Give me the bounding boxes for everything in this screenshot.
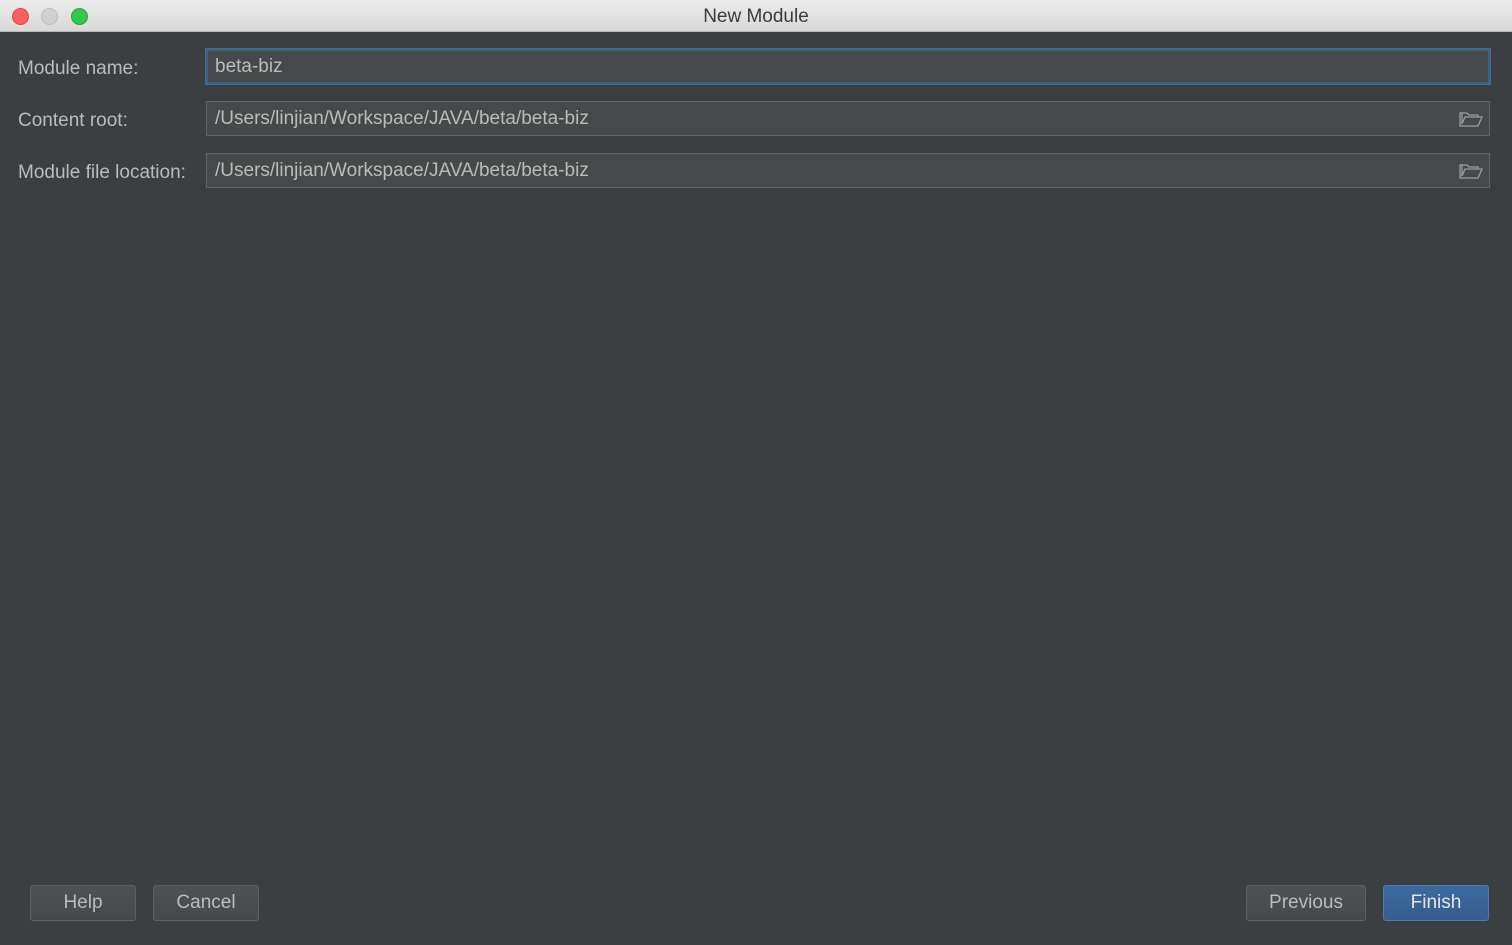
module-name-value: beta-biz bbox=[215, 56, 283, 77]
previous-button[interactable]: Previous bbox=[1246, 885, 1366, 921]
module-file-location-value: /Users/linjian/Workspace/JAVA/beta/beta-… bbox=[215, 160, 589, 181]
module-name-label: Module name: bbox=[18, 58, 139, 79]
content-root-input[interactable]: /Users/linjian/Workspace/JAVA/beta/beta-… bbox=[206, 101, 1490, 136]
module-name-input[interactable]: beta-biz bbox=[206, 49, 1490, 84]
module-file-location-input[interactable]: /Users/linjian/Workspace/JAVA/beta/beta-… bbox=[206, 153, 1490, 188]
new-module-dialog: New Module Module name: beta-biz Content… bbox=[0, 0, 1512, 945]
title-bar: New Module bbox=[0, 0, 1512, 32]
module-file-location-label: Module file location: bbox=[18, 162, 186, 183]
content-root-value: /Users/linjian/Workspace/JAVA/beta/beta-… bbox=[215, 108, 589, 129]
content-root-label: Content root: bbox=[18, 110, 128, 131]
cancel-button[interactable]: Cancel bbox=[153, 885, 259, 921]
folder-open-icon[interactable] bbox=[1459, 110, 1483, 128]
window-title: New Module bbox=[703, 6, 809, 27]
finish-button[interactable]: Finish bbox=[1383, 885, 1489, 921]
help-button[interactable]: Help bbox=[30, 885, 136, 921]
folder-open-icon[interactable] bbox=[1459, 162, 1483, 180]
